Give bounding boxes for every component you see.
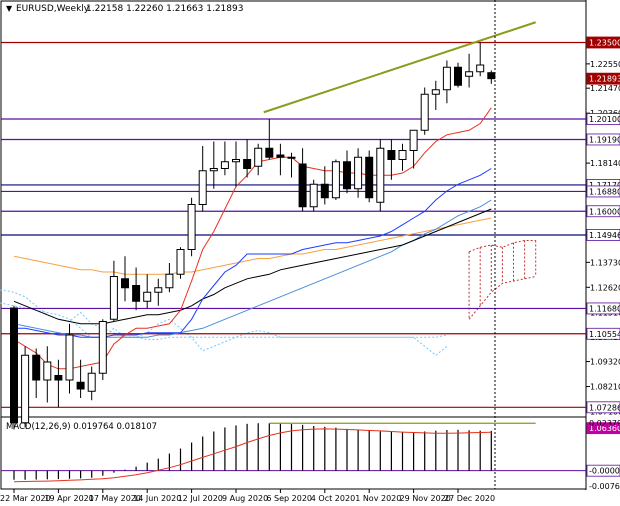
candle-body — [398, 150, 407, 160]
price-label: 1.20100 — [589, 115, 620, 124]
time-tick-label: 12 Jul 2020 — [178, 494, 223, 503]
candle-body — [165, 273, 174, 289]
candle-body — [54, 375, 63, 381]
price-label: 1.14946 — [589, 231, 620, 240]
price-tick-label: 1.21470 — [590, 84, 620, 93]
price-label: 1.16880 — [589, 187, 620, 196]
candle-body — [232, 159, 240, 163]
time-tick-label: 14 Jun 2020 — [133, 494, 181, 503]
candle-body — [343, 161, 351, 190]
price-tick-label: 1.22550 — [590, 60, 620, 69]
time-tick-label: 4 Oct 2020 — [311, 494, 355, 503]
candle-body — [431, 89, 440, 95]
candle-body — [132, 285, 141, 302]
candle-body — [109, 276, 118, 320]
candle-body — [465, 71, 474, 77]
time-tick-label: 27 Dec 2020 — [444, 494, 495, 503]
candle-body — [198, 170, 207, 205]
candle-body — [209, 168, 218, 172]
time-tick-label: 22 Mar 2020 — [0, 494, 51, 503]
chart-menu-icon[interactable]: ▼ — [6, 4, 13, 13]
candle-body — [442, 66, 451, 91]
candle-body — [254, 147, 263, 167]
time-tick-label: 1 Nov 2020 — [355, 494, 401, 503]
candle-body — [487, 72, 496, 80]
price-label: 1.19190 — [589, 135, 620, 144]
price-label: 1.11680 — [589, 304, 620, 313]
macd-tick-label: -0.007613 — [589, 482, 620, 491]
eurusd-weekly-chart[interactable]: 1.225501.214701.203601.181401.170401.159… — [0, 0, 620, 506]
candle-body — [320, 183, 329, 199]
candle-body — [65, 334, 74, 381]
candle-body — [309, 183, 318, 208]
macd-tick-label: 0.023795 — [589, 419, 620, 428]
candle-body — [121, 278, 129, 289]
candle-body — [376, 147, 385, 203]
ohlc-quote: 1.22158 1.22260 1.21663 1.21893 — [86, 4, 243, 14]
candle-body — [187, 204, 196, 250]
price-tick-label: 1.12620 — [590, 283, 620, 292]
candle-body — [176, 249, 185, 275]
time-tick-label: 19 Apr 2020 — [44, 494, 93, 503]
candle-body — [243, 159, 252, 169]
macd-tick-label: -0.000000 — [589, 467, 620, 476]
price-tick-label: 1.09320 — [590, 358, 620, 367]
price-label: 1.10554 — [589, 330, 620, 339]
candle-body — [454, 66, 462, 86]
price-label: 1.21893 — [589, 75, 620, 84]
candle-body — [420, 93, 429, 131]
candle-body — [220, 161, 229, 169]
candle-body — [10, 307, 18, 424]
candle-body — [143, 291, 152, 302]
candle-body — [354, 156, 363, 190]
candle-body — [287, 156, 296, 159]
candle-body — [276, 154, 285, 158]
price-label: 1.23500 — [589, 39, 620, 48]
candle-body — [32, 354, 41, 381]
candle-body — [387, 150, 396, 160]
price-label: 1.16000 — [589, 207, 620, 216]
candle-body — [76, 381, 85, 390]
candle-body — [43, 361, 52, 381]
candle-body — [87, 372, 96, 392]
candle-body — [365, 156, 374, 199]
price-tick-label: 1.18140 — [590, 159, 620, 168]
candle-body — [154, 287, 163, 293]
candle-body — [331, 161, 340, 199]
symbol-title: EURUSD,Weekly — [16, 4, 90, 14]
candle-body — [298, 163, 307, 208]
macd-label: MACD(12,26,9) 0.019764 0.018107 — [6, 422, 157, 432]
candle-body — [409, 129, 418, 151]
price-tick-label: 1.13730 — [590, 258, 620, 267]
price-label: 1.07286 — [589, 403, 620, 412]
time-tick-label: 6 Sep 2020 — [266, 494, 312, 503]
time-tick-label: 9 Aug 2020 — [222, 494, 268, 503]
candle-body — [21, 354, 30, 424]
candle-body — [265, 147, 274, 158]
candle-body — [98, 321, 107, 374]
price-tick-label: 1.08210 — [590, 383, 620, 392]
candle-body — [476, 64, 485, 73]
